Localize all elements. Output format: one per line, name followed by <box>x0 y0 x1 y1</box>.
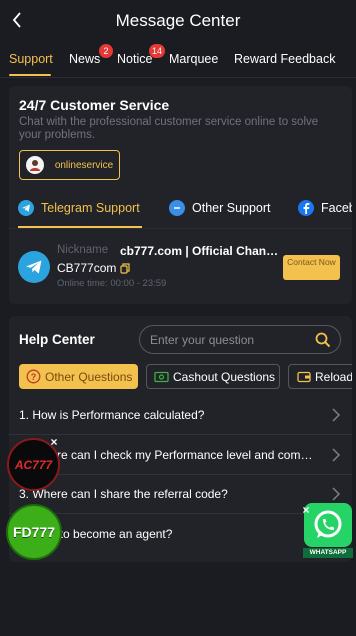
agent-avatar-icon <box>26 156 44 174</box>
search-icon[interactable] <box>315 332 331 348</box>
customer-service-title: 24/7 Customer Service <box>19 97 170 113</box>
nickname-label: Nickname <box>57 244 109 256</box>
customer-service-card: 24/7 Customer Service Chat with the prof… <box>9 86 352 304</box>
category-tabs: ? Other Questions Cashout Questions Relo… <box>9 364 352 390</box>
tab-label: Marquee <box>169 52 219 66</box>
support-channel-tabs: Telegram Support Other Support Facebook <box>9 198 352 228</box>
tab-label: Support <box>9 52 53 66</box>
account-row: CB777com <box>57 261 130 275</box>
question-circle-icon: ? <box>26 369 41 384</box>
tab-reward-feedback[interactable]: Reward Feedback <box>234 52 335 66</box>
online-service-button[interactable]: onlineservice <box>19 150 120 180</box>
channel-label: Facebook <box>321 201 352 215</box>
online-time: Online time: 00:00 - 23:59 <box>57 278 167 289</box>
page-title: Message Center <box>115 11 241 30</box>
fd777-float-button[interactable]: FD777 <box>6 504 62 560</box>
category-label: Other Questions <box>45 369 133 384</box>
tab-notice[interactable]: Notice 14 <box>117 44 166 66</box>
telegram-icon <box>18 251 50 283</box>
faq-item[interactable]: 1. How is Performance calculated? <box>9 396 352 435</box>
online-service-label: onlineservice <box>54 159 114 171</box>
tab-facebook[interactable]: Facebook <box>298 200 352 216</box>
facebook-icon <box>298 200 314 216</box>
wallet-icon <box>296 369 311 384</box>
tab-label: Notice <box>117 52 153 66</box>
tab-label: Reward Feedback <box>234 52 336 66</box>
fd777-logo: FD777 <box>12 524 56 540</box>
tab-telegram-support[interactable]: Telegram Support <box>18 200 140 216</box>
contact-now-button[interactable]: Contact Now <box>283 255 340 280</box>
chevron-right-icon <box>332 448 341 462</box>
chevron-right-icon <box>332 487 341 501</box>
ac777-logo: AC777 <box>14 457 53 472</box>
chevron-right-icon <box>332 408 341 422</box>
channel-label: Telegram Support <box>41 201 140 215</box>
whatsapp-label: WHATSAPP <box>303 548 353 558</box>
help-center-title: Help Center <box>19 332 95 347</box>
message-center-page: Message Center Support News 2 Notice 14 … <box>0 0 356 636</box>
notice-count-badge: 14 <box>149 44 166 58</box>
copy-icon[interactable] <box>120 262 130 274</box>
customer-service-description: Chat with the professional customer serv… <box>19 116 319 141</box>
svg-text:?: ? <box>31 372 37 382</box>
category-reload[interactable]: Reload <box>288 364 352 389</box>
close-whatsapp-icon[interactable]: × <box>299 503 313 517</box>
account-id: CB777com <box>57 261 117 275</box>
back-button[interactable] <box>6 8 28 32</box>
tab-label: News <box>69 52 101 66</box>
chat-bubble-icon <box>169 200 185 216</box>
faq-question: 1. How is Performance calculated? <box>19 408 205 422</box>
category-label: Cashout Questions <box>173 369 276 384</box>
chevron-left-icon <box>12 12 21 28</box>
close-ac777-icon[interactable]: × <box>47 435 61 449</box>
category-cashout-questions[interactable]: Cashout Questions <box>146 364 280 389</box>
contact-entry: Nickname cb777.com | Official Channel CB… <box>9 236 352 296</box>
tab-bar: Support News 2 Notice 14 Marquee Reward … <box>0 42 356 78</box>
channel-label: Other Support <box>192 201 271 215</box>
tab-other-support[interactable]: Other Support <box>169 200 271 216</box>
category-other-questions[interactable]: ? Other Questions <box>19 364 138 389</box>
search-box <box>139 325 341 354</box>
faq-question: 2. Where can I check my Performance leve… <box>19 448 319 462</box>
header-bar: Message Center <box>0 0 356 42</box>
tab-marquee[interactable]: Marquee <box>169 52 218 66</box>
search-input[interactable] <box>150 326 310 353</box>
news-count-badge: 2 <box>99 44 113 58</box>
telegram-icon <box>18 200 34 216</box>
faq-question: 4. How to become an agent? <box>19 527 173 541</box>
category-label: Reload <box>315 369 352 384</box>
cash-icon <box>154 369 169 384</box>
tab-support[interactable]: Support <box>9 52 53 66</box>
active-tab-indicator <box>9 74 51 76</box>
divider <box>9 228 352 229</box>
nickname-value: cb777.com | Official Channel <box>120 244 282 258</box>
tab-news[interactable]: News 2 <box>69 44 113 66</box>
faq-question: 3. Where can I share the referral code? <box>19 487 228 501</box>
